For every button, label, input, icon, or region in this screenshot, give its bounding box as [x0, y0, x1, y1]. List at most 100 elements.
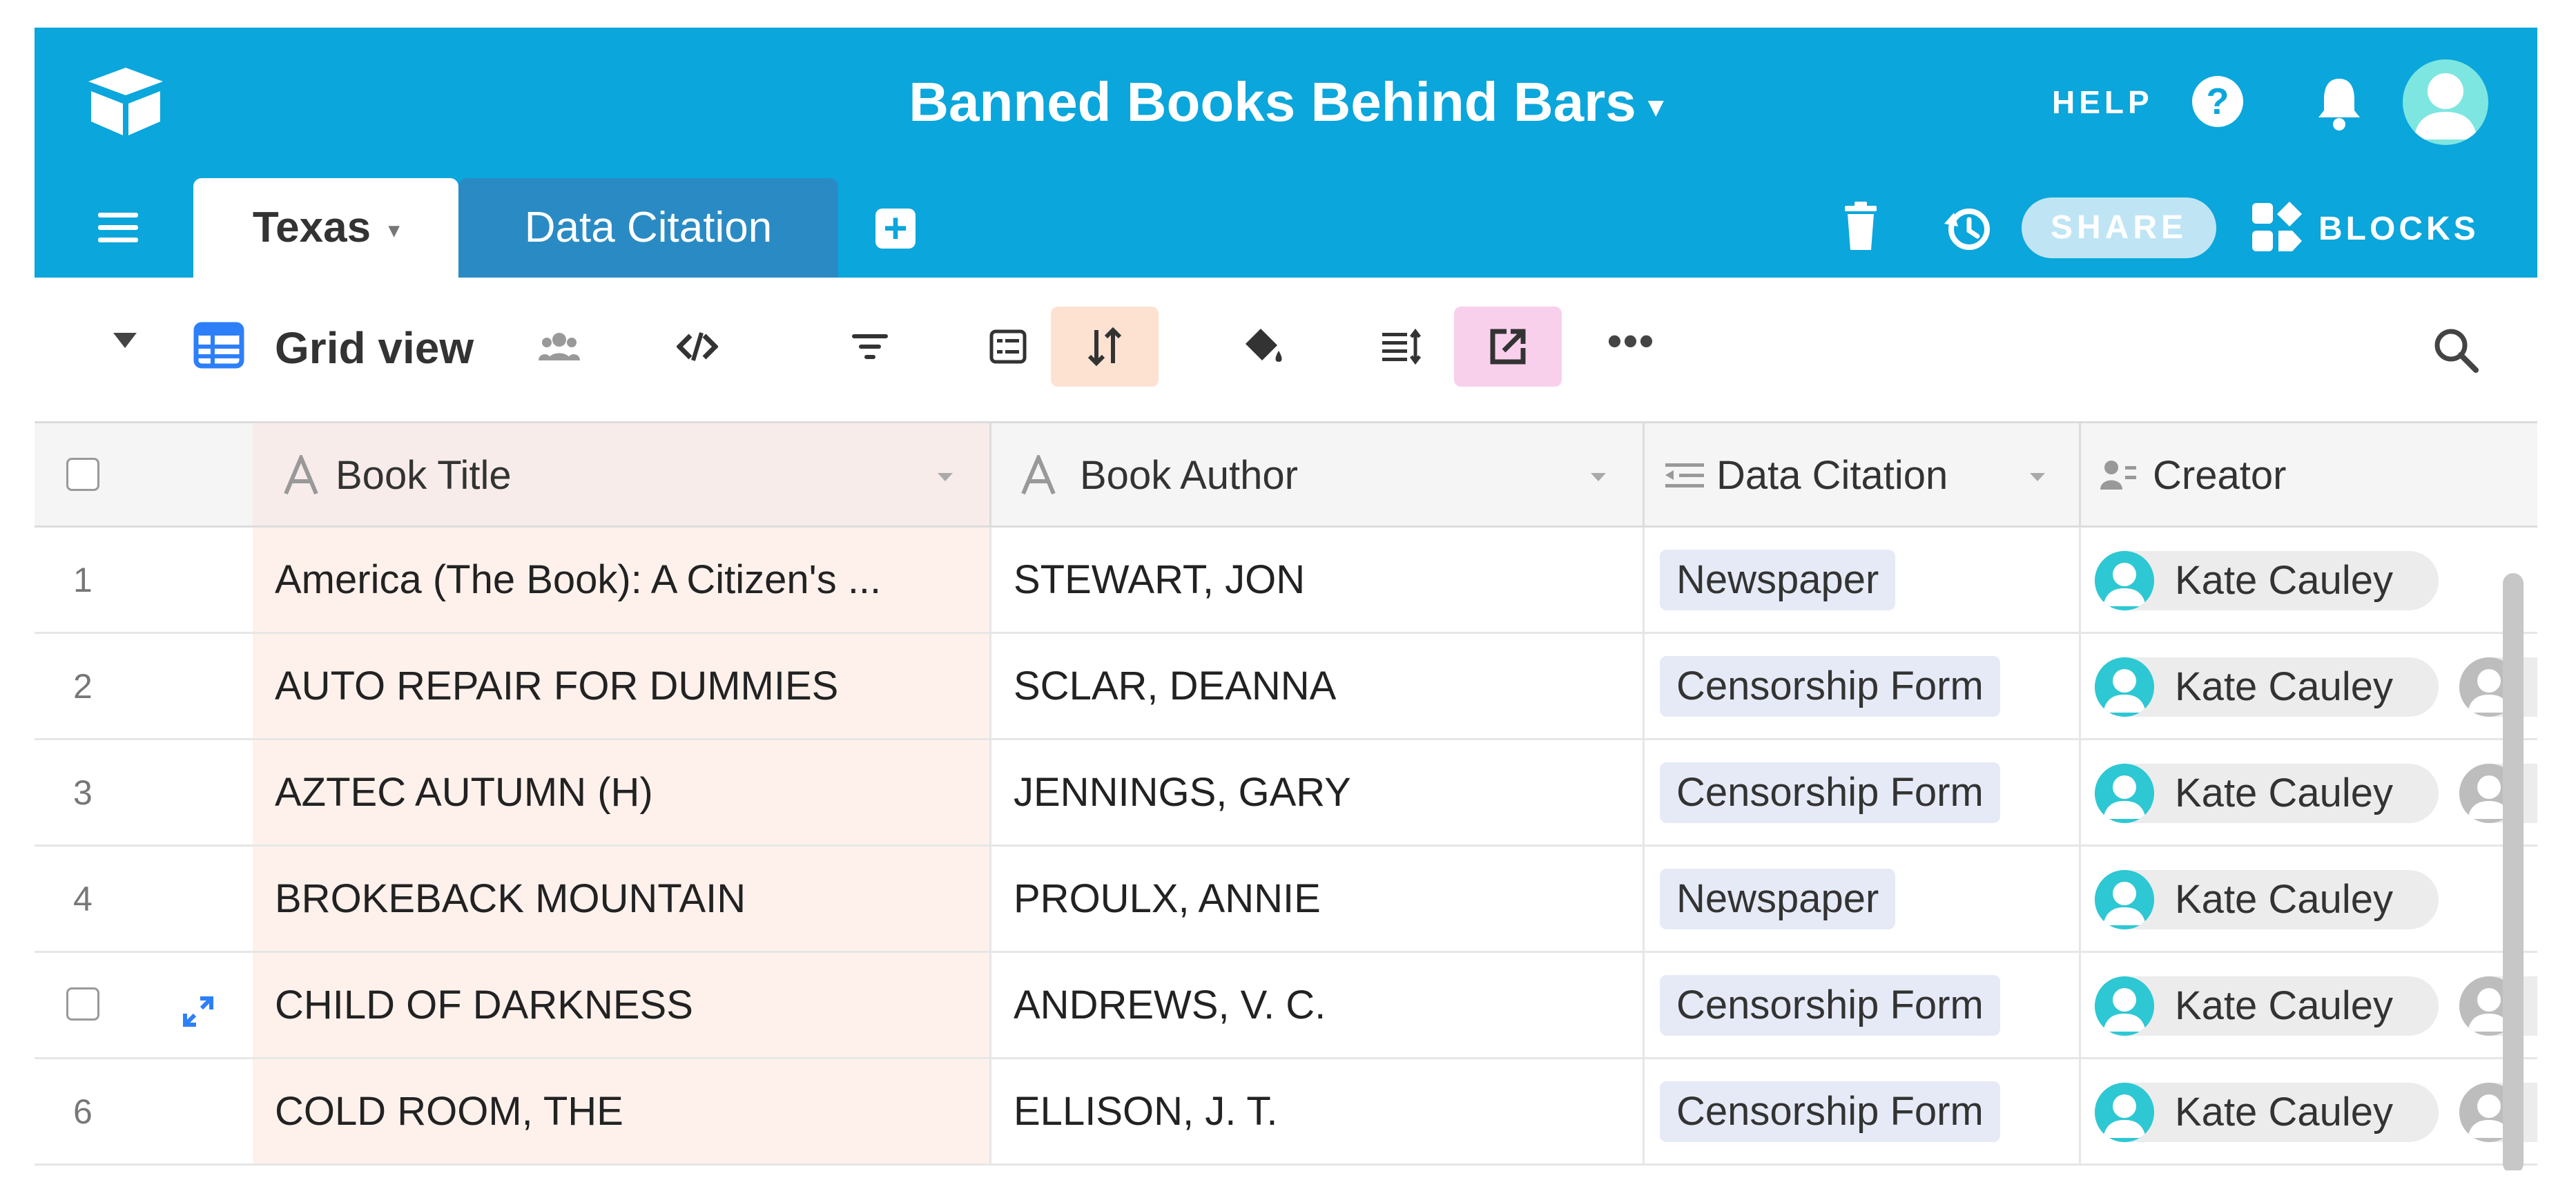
- book-title: CHILD OF DARKNESS: [275, 983, 693, 1027]
- collapse-sidebar-caret-icon[interactable]: [112, 330, 138, 349]
- linked-record-chip[interactable]: Newspaper: [1660, 550, 1896, 610]
- cell-creator[interactable]: Kate Cauley k: [2081, 634, 2537, 738]
- collaborator-chip[interactable]: k: [2459, 657, 2537, 717]
- tab-data-citation[interactable]: Data Citation: [458, 178, 838, 278]
- collaborator-chip[interactable]: Kate Cauley: [2095, 1083, 2439, 1142]
- column-header-creator[interactable]: Creator: [2081, 423, 2537, 525]
- collaborator-chip[interactable]: Kate Cauley: [2095, 764, 2439, 823]
- table-row[interactable]: 4 BROKEBACK MOUNTAIN PROULX, ANNIE Newsp…: [35, 847, 2537, 953]
- collaborator-name: Kate Cauley: [2175, 664, 2393, 709]
- vertical-scrollbar[interactable]: [2503, 573, 2524, 1170]
- grid-view-icon[interactable]: [193, 322, 244, 369]
- cell-book-title[interactable]: BROKEBACK MOUNTAIN: [253, 847, 991, 951]
- linked-record-chip[interactable]: Censorship Form: [1660, 975, 2000, 1036]
- cell-book-author[interactable]: ANDREWS, V. C.: [991, 953, 1645, 1057]
- cell-creator[interactable]: Kate Cauley k: [2081, 1059, 2537, 1163]
- blocks-icon[interactable]: [2251, 202, 2303, 254]
- row-height-icon: [1382, 328, 1421, 365]
- history-icon[interactable]: [1943, 203, 1994, 254]
- collaborator-chip[interactable]: Kate Cauley: [2095, 870, 2439, 929]
- table-row[interactable]: 2 AUTO REPAIR FOR DUMMIES SCLAR, DEANNA …: [35, 634, 2537, 740]
- collaborator-chip[interactable]: Kate Cauley: [2095, 657, 2439, 717]
- search-icon[interactable]: [2430, 325, 2480, 374]
- trash-icon[interactable]: [1842, 202, 1879, 251]
- column-menu-chevron-icon[interactable]: [936, 472, 954, 483]
- table-row[interactable]: CHILD OF DARKNESS ANDREWS, V. C. Censors…: [35, 953, 2537, 1059]
- book-title: AZTEC AUTUMN (H): [275, 770, 653, 815]
- user-avatar-icon: [2414, 73, 2477, 139]
- row-height-button[interactable]: [1367, 312, 1436, 381]
- cell-book-author[interactable]: ELLISON, J. T.: [991, 1059, 1645, 1163]
- cell-data-citation[interactable]: Censorship Form: [1645, 953, 2081, 1057]
- table-row[interactable]: 3 AZTEC AUTUMN (H) JENNINGS, GARY Censor…: [35, 740, 2537, 847]
- add-table-icon[interactable]: +: [875, 208, 916, 249]
- base-title[interactable]: Banned Books Behind Bars ▾: [35, 68, 2537, 141]
- column-header-book-author[interactable]: Book Author: [991, 423, 1645, 525]
- user-avatar[interactable]: [2403, 59, 2488, 145]
- color-button[interactable]: [1229, 312, 1298, 381]
- cell-book-title[interactable]: AUTO REPAIR FOR DUMMIES: [253, 634, 991, 738]
- table-row[interactable]: 6 COLD ROOM, THE ELLISON, J. T. Censorsh…: [35, 1059, 2537, 1166]
- blocks-button[interactable]: BLOCKS: [2318, 209, 2479, 250]
- embed-code-button[interactable]: [663, 312, 732, 381]
- column-menu-chevron-icon[interactable]: [1589, 472, 1607, 483]
- collaborators-button[interactable]: [525, 312, 594, 381]
- column-menu-chevron-icon[interactable]: [2028, 472, 2046, 483]
- linked-record-chip[interactable]: Censorship Form: [1660, 1081, 2000, 1142]
- select-all-checkbox[interactable]: [66, 458, 99, 491]
- linked-record-chip[interactable]: Censorship Form: [1660, 656, 2000, 717]
- cell-creator[interactable]: Kate Cauley k: [2081, 740, 2537, 844]
- cell-book-author[interactable]: PROULX, ANNIE: [991, 847, 1645, 951]
- share-view-button[interactable]: [1454, 307, 1562, 387]
- user-avatar-icon: [2095, 764, 2154, 823]
- tab-texas[interactable]: Texas ▾: [193, 178, 458, 278]
- cell-data-citation[interactable]: Censorship Form: [1645, 634, 2081, 738]
- filter-button[interactable]: [835, 312, 904, 381]
- column-header-data-citation[interactable]: Data Citation: [1645, 423, 2081, 525]
- linked-record-chip[interactable]: Censorship Form: [1660, 762, 2000, 823]
- cell-creator[interactable]: Kate Cauley: [2081, 528, 2537, 632]
- cell-creator[interactable]: Kate Cauley: [2081, 847, 2537, 951]
- table-row[interactable]: 1 America (The Book): A Citizen's ... ST…: [35, 528, 2537, 634]
- collaborators-icon: [539, 333, 580, 360]
- cell-book-title[interactable]: CHILD OF DARKNESS: [253, 953, 991, 1057]
- help-icon[interactable]: ?: [2192, 76, 2243, 127]
- hamburger-menu-icon[interactable]: [98, 211, 138, 243]
- share-button[interactable]: SHARE: [2022, 197, 2216, 258]
- sort-button[interactable]: [1051, 307, 1159, 387]
- cell-creator[interactable]: Kate Cauley k: [2081, 953, 2537, 1057]
- group-button[interactable]: [974, 312, 1043, 381]
- row-checkbox[interactable]: [66, 987, 99, 1021]
- expand-record-icon[interactable]: [182, 996, 214, 1027]
- cell-book-author[interactable]: STEWART, JON: [991, 528, 1645, 632]
- cell-data-citation[interactable]: Newspaper: [1645, 528, 2081, 632]
- linked-record-chip[interactable]: Newspaper: [1660, 869, 1896, 929]
- cell-data-citation[interactable]: Censorship Form: [1645, 740, 2081, 844]
- collaborator-chip[interactable]: k: [2459, 1083, 2537, 1142]
- collaborator-chip[interactable]: Kate Cauley: [2095, 976, 2439, 1036]
- text-field-icon: [1021, 455, 1056, 495]
- notifications-bell-icon[interactable]: [2312, 73, 2367, 133]
- cell-book-title[interactable]: COLD ROOM, THE: [253, 1059, 991, 1163]
- collaborator-chip[interactable]: Kate Cauley: [2095, 551, 2439, 610]
- view-name[interactable]: Grid view: [275, 320, 474, 376]
- row-number: 1: [73, 561, 93, 599]
- more-options-icon[interactable]: •••: [1607, 320, 1655, 362]
- cell-book-title[interactable]: AZTEC AUTUMN (H): [253, 740, 991, 844]
- cell-book-author[interactable]: JENNINGS, GARY: [991, 740, 1645, 844]
- collaborator-chip[interactable]: k: [2459, 764, 2537, 823]
- column-header-book-title[interactable]: Book Title: [253, 423, 991, 525]
- cell-data-citation[interactable]: Newspaper: [1645, 847, 2081, 951]
- cell-book-author[interactable]: SCLAR, DEANNA: [991, 634, 1645, 738]
- cell-book-title[interactable]: America (The Book): A Citizen's ...: [253, 528, 991, 632]
- user-avatar-icon: [2095, 657, 2154, 717]
- base-title-text: Banned Books Behind Bars: [909, 71, 1636, 133]
- row-number: 4: [73, 880, 93, 918]
- collaborator-chip[interactable]: k: [2459, 976, 2537, 1036]
- tab-chevron-down-icon[interactable]: ▾: [389, 219, 399, 242]
- help-link[interactable]: HELP: [2052, 81, 2153, 123]
- linked-record-icon: [1665, 463, 1704, 487]
- cell-data-citation[interactable]: Censorship Form: [1645, 1059, 2081, 1163]
- collaborator-avatar: [2095, 764, 2154, 823]
- view-bar: Grid view •••: [35, 278, 2537, 421]
